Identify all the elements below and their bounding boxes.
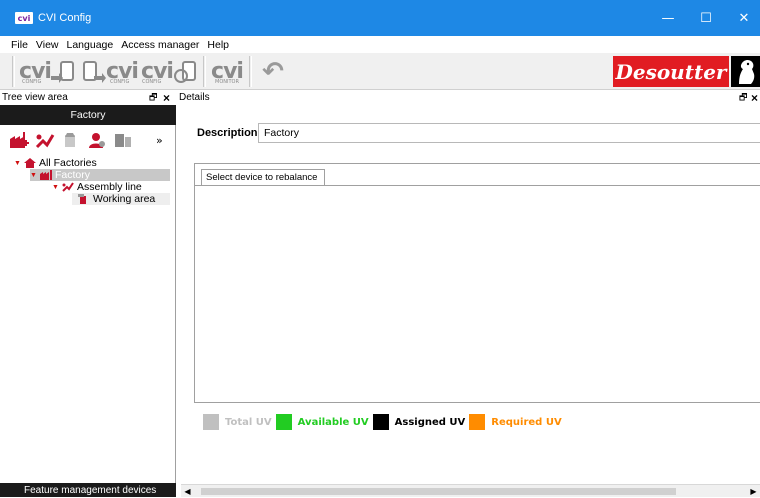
legend-label: Required UV xyxy=(491,416,562,428)
scrollbar-thumb[interactable] xyxy=(201,488,676,495)
legend-total-uv: Total UV xyxy=(203,414,272,430)
legend-swatch xyxy=(469,414,486,430)
tree-item-label: Assembly line xyxy=(77,181,142,193)
expand-arrow-icon[interactable]: ▼ xyxy=(52,184,62,191)
menu-access-manager[interactable]: Access manager xyxy=(117,39,203,51)
expand-arrow-icon[interactable]: ▼ xyxy=(14,160,24,167)
legend-swatch xyxy=(275,414,292,430)
legend-swatch xyxy=(203,414,219,430)
feature-management-devices-tab[interactable]: Feature management devices xyxy=(0,483,176,497)
tree-item-all-factories[interactable]: ▼ All Factories xyxy=(14,157,97,169)
title-bar: cvi CVI Config — ☐ ✕ xyxy=(0,0,760,36)
legend-label: Total UV xyxy=(225,416,272,428)
assembly-line-icon xyxy=(62,182,74,192)
legend-assigned-uv: Assigned UV xyxy=(372,414,466,430)
grid-column-header[interactable]: Select device to rebalance xyxy=(201,169,325,185)
cvi-monitor-button[interactable]: cvi MONITOR xyxy=(209,55,245,88)
tree-toolbar: » xyxy=(0,125,176,155)
legend-available-uv: Available UV xyxy=(275,414,369,430)
home-icon xyxy=(24,158,36,168)
menu-language[interactable]: Language xyxy=(63,39,118,51)
close-button[interactable]: ✕ xyxy=(724,0,760,36)
menu-view[interactable]: View xyxy=(32,39,63,51)
horizontal-scrollbar[interactable]: ◀ ▶ xyxy=(181,484,760,497)
scroll-left-icon[interactable]: ◀ xyxy=(181,485,194,498)
tree-item-label: Working area xyxy=(93,193,156,205)
toolbar-separator xyxy=(12,56,15,87)
add-working-area-icon[interactable] xyxy=(60,129,82,151)
tree-item-factory[interactable]: ▼ Factory xyxy=(30,169,170,181)
grid-header-divider xyxy=(195,185,760,186)
minimize-button[interactable]: — xyxy=(648,0,688,36)
tree-panel-title: Factory xyxy=(0,105,176,125)
close-panel-icon[interactable]: × xyxy=(751,91,758,105)
horse-logo-icon xyxy=(731,56,760,87)
details-panel: Description Factory Select device to reb… xyxy=(177,105,760,497)
tree-view-panel: Factory » ▼ All Factories ▼ Factory ▼ As… xyxy=(0,105,176,497)
cvi-config-send-button[interactable]: cvi CONFIG xyxy=(18,55,78,88)
tree-item-working-area[interactable]: Working area xyxy=(72,193,170,205)
menu-help[interactable]: Help xyxy=(203,39,233,51)
toolbar-separator xyxy=(249,56,252,87)
add-assembly-line-icon[interactable] xyxy=(34,129,56,151)
maximize-button[interactable]: ☐ xyxy=(686,0,726,36)
tree-view-header: Tree view area 🗗 × xyxy=(0,90,176,105)
app-logo-icon: cvi xyxy=(15,12,33,24)
tree-item-assembly-line[interactable]: ▼ Assembly line xyxy=(52,181,142,193)
tree-item-label: All Factories xyxy=(39,157,97,169)
tree-view-header-label: Tree view area xyxy=(2,92,68,103)
legend-label: Assigned UV xyxy=(394,416,466,428)
window-title: CVI Config xyxy=(38,12,92,24)
add-factory-icon[interactable] xyxy=(8,129,30,151)
device-sync-icon xyxy=(173,60,196,83)
device-rebalance-grid[interactable]: Select device to rebalance xyxy=(194,163,760,403)
legend-label: Available UV xyxy=(297,416,369,428)
close-panel-icon[interactable]: × xyxy=(163,91,170,105)
device-send-icon xyxy=(50,60,74,83)
menu-bar: File View Language Access manager Help xyxy=(0,36,760,53)
add-user-icon[interactable] xyxy=(86,129,108,151)
menu-file[interactable]: File xyxy=(0,39,32,51)
add-device-icon[interactable] xyxy=(112,129,134,151)
undo-button[interactable]: ↶ xyxy=(257,55,289,88)
more-tools-button[interactable]: » xyxy=(156,134,163,147)
legend-swatch xyxy=(372,414,389,430)
cvi-config-receive-button[interactable]: cvi CONFIG xyxy=(80,55,140,88)
description-label: Description xyxy=(197,127,258,139)
tree-item-label: Factory xyxy=(55,169,91,181)
expand-arrow-icon[interactable]: ▼ xyxy=(30,172,40,179)
details-header-label: Details xyxy=(179,92,210,103)
float-panel-icon[interactable]: 🗗 xyxy=(149,90,157,106)
description-field[interactable]: Factory xyxy=(258,123,760,143)
working-area-icon xyxy=(78,194,86,204)
details-header: Details 🗗 × xyxy=(177,90,760,105)
toolbar-separator xyxy=(203,56,206,87)
factory-icon xyxy=(40,170,52,180)
uv-legend: Total UV Available UV Assigned UV Requir… xyxy=(203,414,566,430)
device-receive-icon xyxy=(83,60,107,83)
legend-required-uv: Required UV xyxy=(469,414,562,430)
float-panel-icon[interactable]: 🗗 xyxy=(739,90,747,106)
scroll-right-icon[interactable]: ▶ xyxy=(747,485,760,498)
cvi-config-sync-button[interactable]: cvi CONFIG xyxy=(140,55,200,88)
desoutter-logo: Desoutter xyxy=(613,56,729,87)
